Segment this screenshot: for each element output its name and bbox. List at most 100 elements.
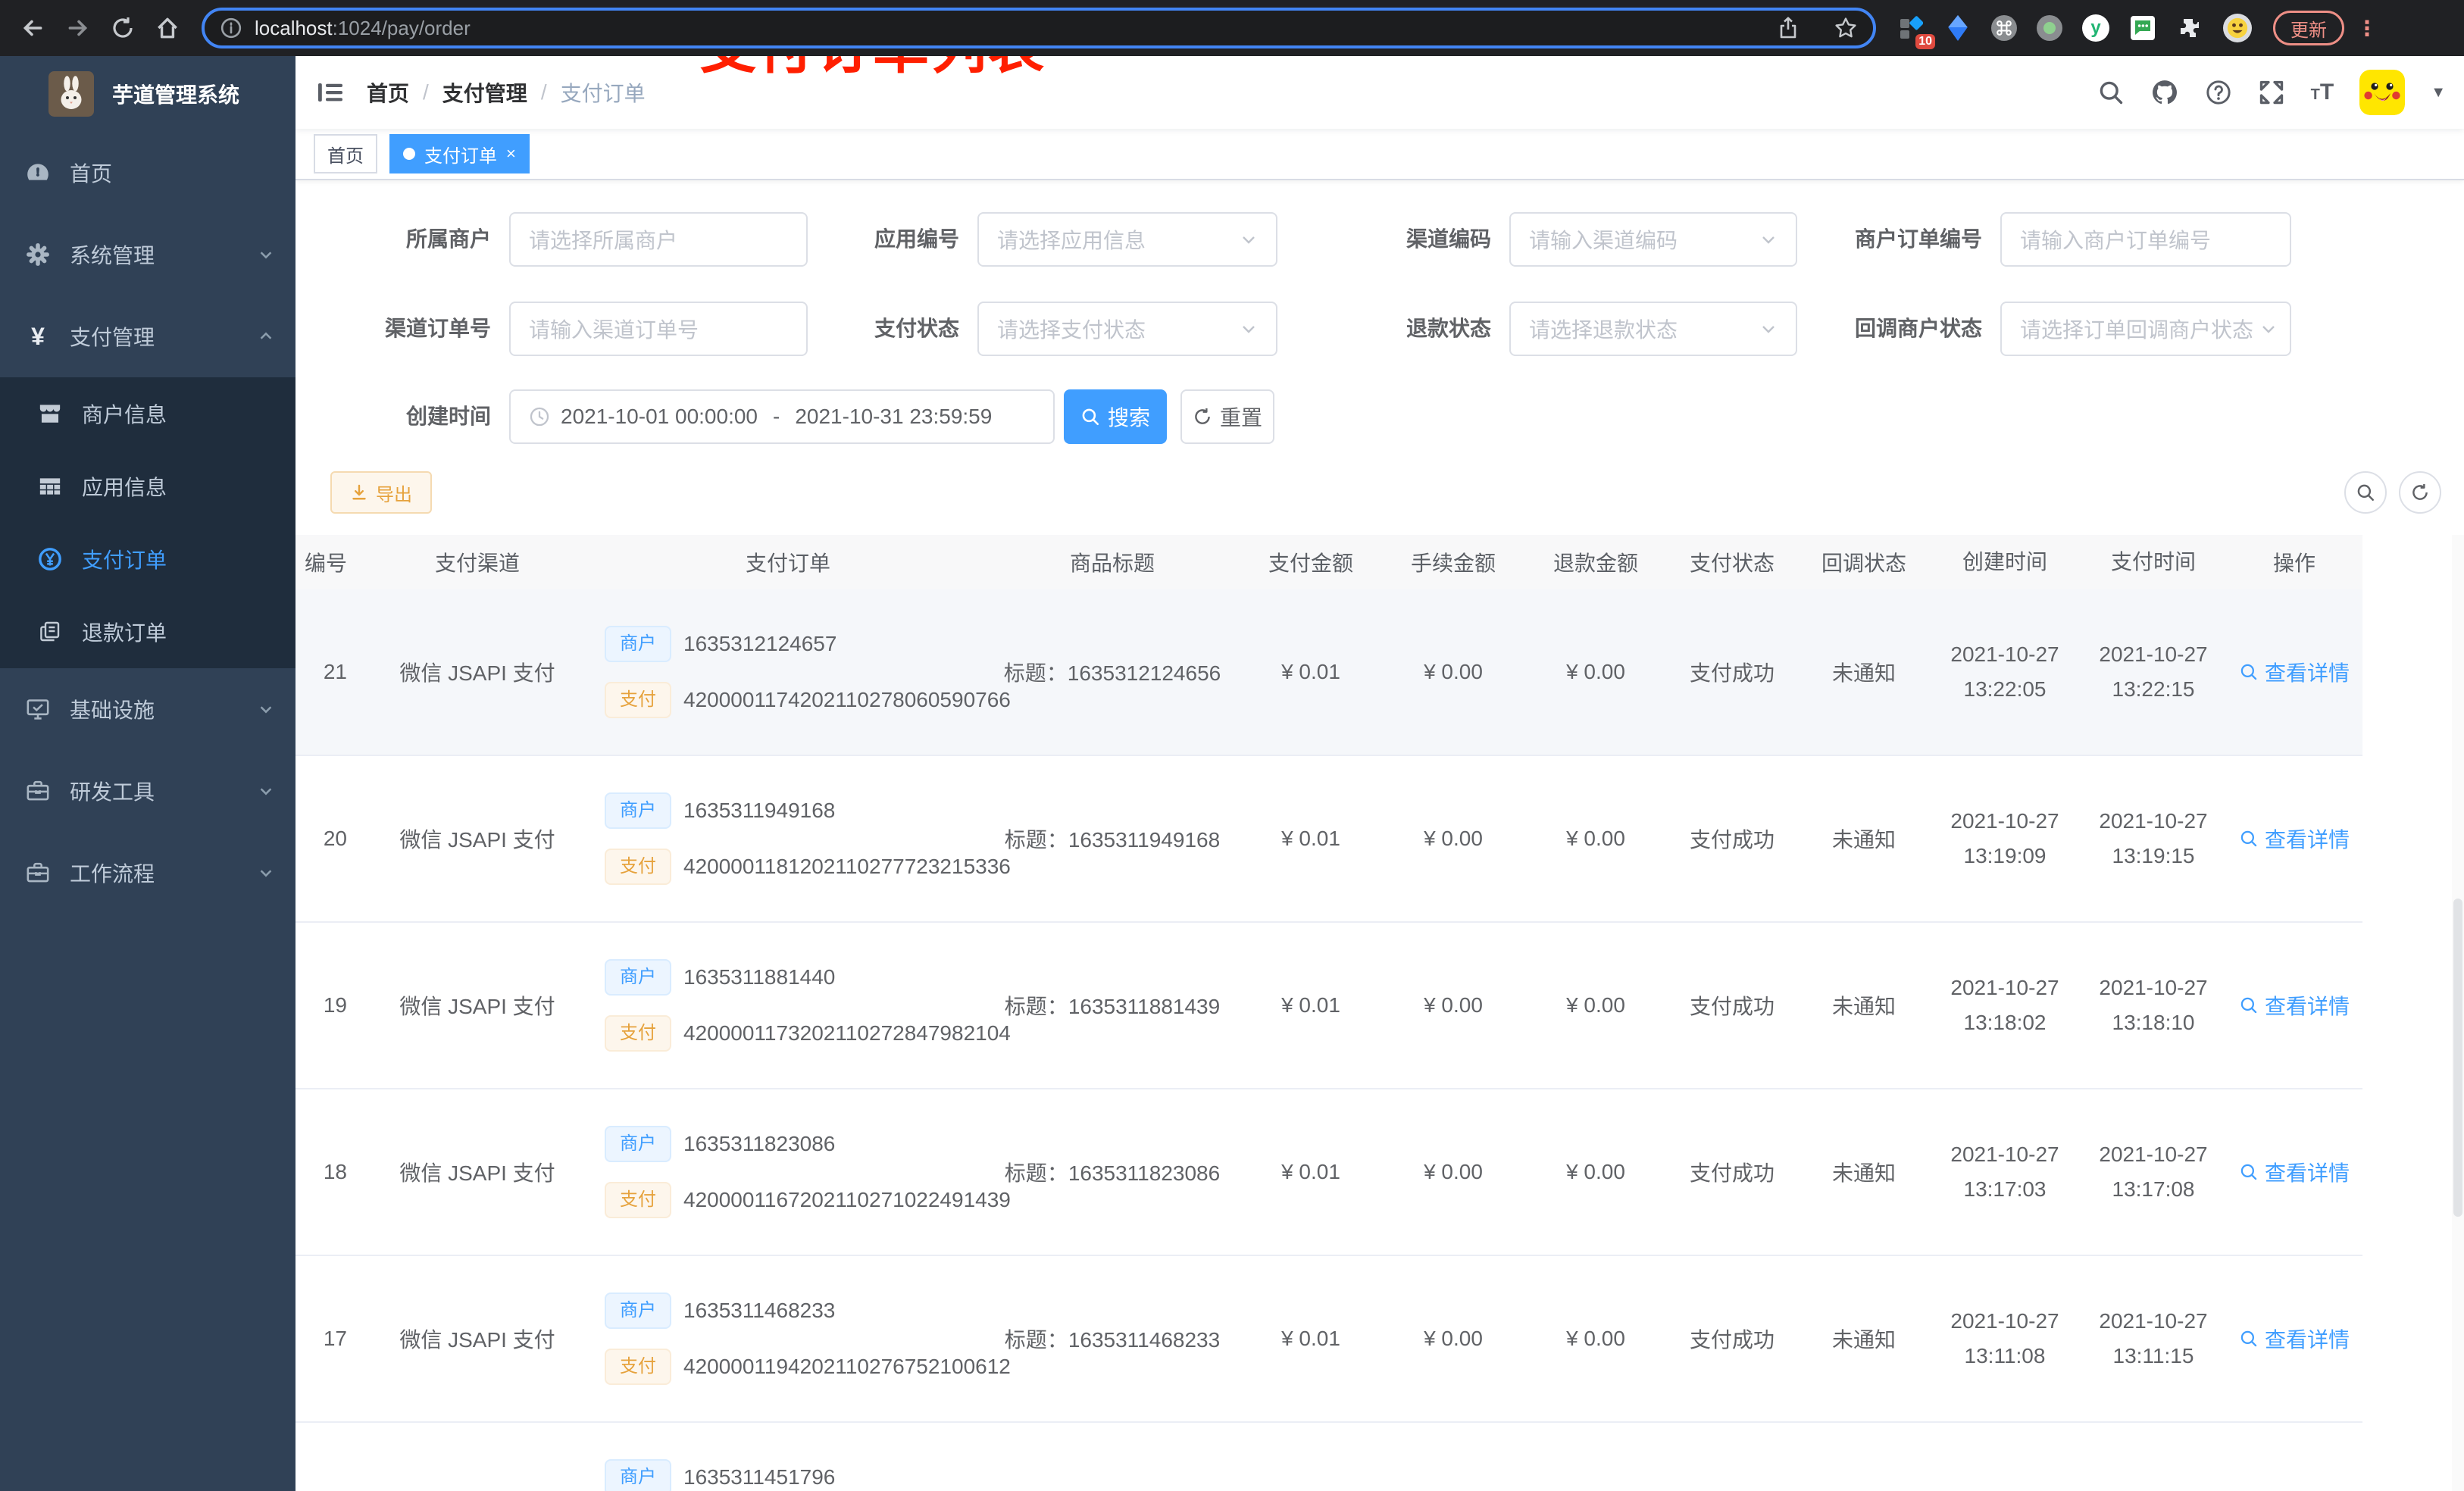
breadcrumb-current: 支付订单 bbox=[560, 82, 646, 105]
chevron-down-icon bbox=[1240, 230, 1258, 248]
site-info-icon[interactable] bbox=[220, 17, 242, 39]
merchant-order-no: 1635312124657 bbox=[683, 632, 837, 655]
yen-icon: ¥ bbox=[31, 322, 45, 350]
sidebar-item-label: 基础设施 bbox=[70, 699, 155, 722]
sidebar-item-label: 支付管理 bbox=[70, 326, 155, 349]
merchant-order-no: 1635311823086 bbox=[683, 1132, 836, 1155]
url-bar[interactable]: localhost:1024/pay/order bbox=[202, 8, 1876, 48]
sidebar-item-system[interactable]: 系统管理 bbox=[0, 214, 295, 295]
notify-status-select[interactable]: 请选择订单回调商户状态 bbox=[2000, 302, 2291, 356]
refresh-table-button[interactable] bbox=[2399, 471, 2441, 514]
navbar: 首页 / 支付管理 / 支付订单 TT ▼ bbox=[295, 56, 2464, 129]
app-logo-row[interactable]: 芋道管理系统 bbox=[0, 56, 295, 132]
y-extension-icon[interactable]: y bbox=[2082, 14, 2109, 42]
sidebar-item-infra[interactable]: 基础设施 bbox=[0, 668, 295, 750]
tag-pay-order-active[interactable]: 支付订单 × bbox=[389, 134, 530, 173]
breadcrumb-home[interactable]: 首页 bbox=[367, 77, 409, 108]
browser-toolbar: localhost:1024/pay/order 10 y 更新 ⋮ bbox=[0, 0, 2464, 56]
url-host: localhost bbox=[255, 16, 333, 39]
col-header: 操作 bbox=[2272, 552, 2315, 575]
sidebar-item-pay[interactable]: ¥ 支付管理 bbox=[0, 295, 295, 377]
pay-status-select[interactable]: 请选择支付状态 bbox=[977, 302, 1277, 356]
sidebar-item-workflow[interactable]: 工作流程 bbox=[0, 832, 295, 914]
caret-down-icon[interactable]: ▼ bbox=[2431, 84, 2446, 102]
profile-emoji-icon[interactable] bbox=[2223, 14, 2252, 42]
filter-label-refund-status: 退款状态 bbox=[1406, 317, 1491, 340]
breadcrumb-pay[interactable]: 支付管理 bbox=[442, 77, 527, 108]
filter-label-notify-status: 回调商户状态 bbox=[1854, 317, 1982, 340]
github-icon[interactable] bbox=[2150, 78, 2179, 107]
table-scrollbar[interactable] bbox=[2452, 535, 2464, 1491]
bookmark-star-icon[interactable] bbox=[1834, 16, 1858, 40]
channel-code-select[interactable]: 请输入渠道编码 bbox=[1509, 212, 1797, 267]
tag-home[interactable]: 首页 bbox=[314, 134, 377, 173]
tags-view: 首页 支付订单 × bbox=[295, 129, 2464, 180]
channel-order-no: 4200001194202110276752100612 bbox=[683, 1355, 1011, 1378]
col-header: 支付金额 bbox=[1268, 552, 1353, 575]
forward-icon[interactable] bbox=[65, 15, 91, 41]
command-extension-icon[interactable] bbox=[1991, 15, 2017, 41]
dashboard-icon bbox=[24, 159, 52, 186]
close-icon[interactable]: × bbox=[506, 144, 516, 164]
store-icon bbox=[36, 400, 64, 427]
chat-extension-icon[interactable] bbox=[2129, 14, 2156, 42]
filter-label-app: 应用编号 bbox=[874, 227, 959, 251]
extensions-puzzle-icon[interactable] bbox=[2176, 14, 2203, 42]
orders-table: 编号 支付渠道 支付订单 商品标题 支付金额 手续金额 退款金额 支付状态 回调… bbox=[295, 535, 2362, 1491]
avatar[interactable] bbox=[2359, 70, 2406, 115]
col-header: 创建时间 bbox=[1962, 550, 2047, 574]
sidebar-item-label: 应用信息 bbox=[82, 476, 167, 499]
help-icon[interactable] bbox=[2205, 79, 2232, 106]
reload-icon[interactable] bbox=[111, 16, 135, 40]
view-detail-link[interactable]: 查看详情 bbox=[2239, 824, 2350, 854]
refund-status-select[interactable]: 请选择退款状态 bbox=[1509, 302, 1797, 356]
create-time-range-input[interactable]: 2021-10-01 00:00:00 - 2021-10-31 23:59:5… bbox=[509, 389, 1055, 444]
extension-badge-icon[interactable]: 10 bbox=[1897, 14, 1935, 49]
filter-label-channel-order-no: 渠道订单号 bbox=[384, 317, 491, 340]
share-icon[interactable] bbox=[1776, 16, 1800, 40]
kite-extension-icon[interactable] bbox=[1944, 14, 1972, 42]
merchant-tag: 商户 bbox=[605, 959, 671, 996]
show-search-toggle-button[interactable] bbox=[2344, 471, 2387, 514]
table-row: 19 微信 JSAPI 支付 商户 1635311881440 支付 4200001… bbox=[295, 923, 2362, 1089]
table-header-row: 编号 支付渠道 支付订单 商品标题 支付金额 手续金额 退款金额 支付状态 回调… bbox=[295, 535, 2362, 589]
browser-update-button[interactable]: 更新 bbox=[2273, 11, 2344, 45]
search-button[interactable]: 搜索 bbox=[1064, 389, 1167, 444]
view-detail-link[interactable]: 查看详情 bbox=[2239, 1324, 2350, 1354]
export-button[interactable]: 导出 bbox=[330, 471, 432, 514]
app-logo bbox=[48, 71, 94, 117]
col-header: 支付状态 bbox=[1689, 552, 1775, 575]
font-size-icon[interactable]: TT bbox=[2311, 80, 2334, 105]
toolbox-icon bbox=[24, 777, 52, 805]
back-icon[interactable] bbox=[20, 15, 45, 41]
view-detail-link[interactable]: 查看详情 bbox=[2239, 657, 2350, 687]
scrollbar-thumb[interactable] bbox=[2453, 899, 2462, 1217]
extension-badge-count: 10 bbox=[1915, 34, 1935, 49]
refresh-icon bbox=[1193, 407, 1212, 427]
col-header: 支付渠道 bbox=[434, 552, 520, 575]
green-dot-extension-icon[interactable] bbox=[2037, 15, 2062, 41]
sidebar-item-refund-order[interactable]: 退款订单 bbox=[0, 595, 295, 668]
merchant-order-no-input[interactable]: 请输入商户订单编号 bbox=[2000, 212, 2291, 267]
sidebar-item-app-info[interactable]: 应用信息 bbox=[0, 450, 295, 523]
col-header: 回调状态 bbox=[1821, 552, 1906, 575]
sidebar-item-dev-tools[interactable]: 研发工具 bbox=[0, 750, 295, 832]
table-row: 20 微信 JSAPI 支付 商户 1635311949168 支付 4200001… bbox=[295, 756, 2362, 923]
browser-menu-icon[interactable]: ⋮ bbox=[2356, 16, 2379, 41]
sidebar-item-pay-order[interactable]: 支付订单 bbox=[0, 523, 295, 595]
pay-tag: 支付 bbox=[605, 1349, 671, 1385]
merchant-tag: 商户 bbox=[605, 626, 671, 662]
reset-button[interactable]: 重置 bbox=[1180, 389, 1274, 444]
app-select[interactable]: 请选择应用信息 bbox=[977, 212, 1277, 267]
sidebar-item-merchant-info[interactable]: 商户信息 bbox=[0, 377, 295, 450]
search-icon[interactable] bbox=[2097, 79, 2125, 106]
fullscreen-icon[interactable] bbox=[2258, 79, 2285, 106]
merchant-order-no: 1635311881440 bbox=[683, 965, 836, 989]
sidebar-item-label: 退款订单 bbox=[82, 621, 167, 645]
sidebar-collapse-icon[interactable] bbox=[315, 77, 346, 108]
view-detail-link[interactable]: 查看详情 bbox=[2239, 990, 2350, 1021]
home-icon[interactable] bbox=[155, 15, 180, 41]
sidebar-item-home[interactable]: 首页 bbox=[0, 132, 295, 214]
view-detail-link[interactable]: 查看详情 bbox=[2239, 1157, 2350, 1187]
table-grid-icon bbox=[36, 473, 64, 500]
